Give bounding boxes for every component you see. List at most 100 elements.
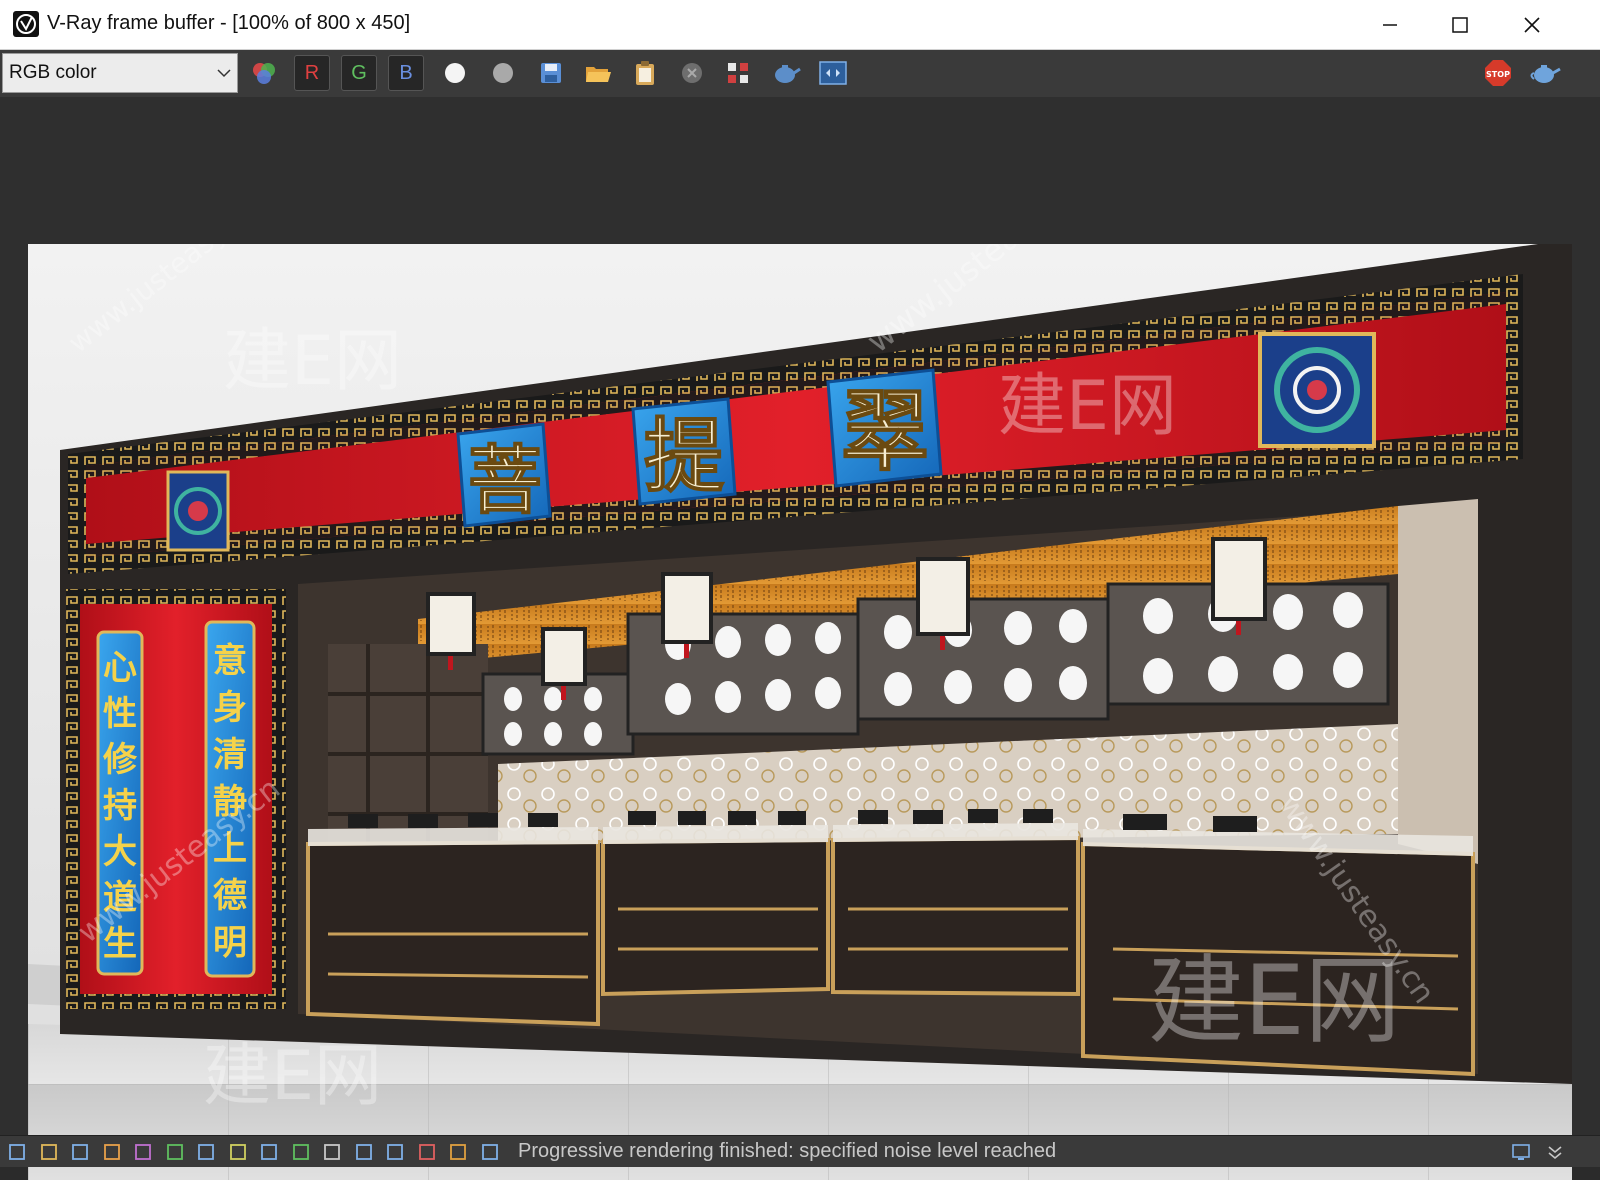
bg-button[interactable]: [292, 1143, 310, 1161]
open-button[interactable]: [580, 55, 616, 91]
clear-button[interactable]: [674, 55, 710, 91]
h-button[interactable]: [386, 1143, 404, 1161]
stereo-icon: [450, 1144, 466, 1160]
double-chevron-down-icon: [1548, 1146, 1562, 1160]
white-dot-icon: [445, 63, 465, 83]
green-channel-button[interactable]: G: [341, 55, 377, 91]
close-button[interactable]: [1496, 0, 1568, 49]
clipboard-icon: [636, 61, 654, 85]
couplet-right-char-3: 清: [213, 735, 247, 775]
save-button[interactable]: [533, 55, 569, 91]
info-icon: [72, 1144, 88, 1160]
save-icon: [541, 63, 561, 83]
hsl-button[interactable]: [134, 1143, 152, 1161]
link-button[interactable]: [418, 1143, 436, 1161]
green-channel-label: G: [351, 61, 367, 84]
history-button[interactable]: [815, 55, 851, 91]
levels-button[interactable]: [40, 1143, 58, 1161]
color-corr-icon: [103, 1144, 120, 1160]
hsl-icon: [135, 1144, 151, 1160]
curve-icon: [324, 1144, 340, 1160]
white-point-button[interactable]: [437, 55, 473, 91]
display-icon: [9, 1144, 25, 1160]
watermark-cn-4: 建E网: [1148, 945, 1401, 1057]
sign-char-1: 菩: [468, 438, 542, 524]
minimize-button[interactable]: [1354, 0, 1426, 49]
levels-icon: [40, 1144, 57, 1160]
clear-icon: [682, 63, 702, 83]
curve-button[interactable]: [323, 1143, 341, 1161]
window-title: V-Ray frame buffer - [100% of 800 x 450]: [47, 12, 411, 34]
info-button[interactable]: [71, 1143, 89, 1161]
status-bar: Progressive rendering finished: specifie…: [0, 1135, 1600, 1167]
expand-button[interactable]: [1546, 1143, 1564, 1161]
render-button[interactable]: [768, 55, 804, 91]
exposure-button[interactable]: [229, 1143, 247, 1161]
lens-button[interactable]: [260, 1143, 278, 1161]
histogram-icon: [198, 1144, 214, 1160]
medallion-right: [1258, 332, 1376, 448]
couplet-right-char-7: 明: [213, 923, 247, 963]
region-render-icon: [728, 63, 748, 83]
status-message: Progressive rendering finished: specifie…: [518, 1140, 1057, 1162]
display-toggle-button[interactable]: [1512, 1143, 1530, 1161]
display-button[interactable]: [8, 1143, 26, 1161]
medallion-left: [166, 470, 230, 552]
open-folder-icon: [586, 67, 611, 82]
watermark-cn-3: 建E网: [203, 1037, 382, 1116]
histogram-button[interactable]: [197, 1143, 215, 1161]
clipboard-button[interactable]: [627, 55, 663, 91]
lut-button[interactable]: [355, 1143, 373, 1161]
ocio-button[interactable]: [481, 1143, 499, 1161]
chevron-down-icon: [217, 69, 231, 78]
red-channel-button[interactable]: R: [294, 55, 330, 91]
stereo-button[interactable]: [449, 1143, 467, 1161]
teapot-button[interactable]: [1527, 55, 1563, 91]
render-teapot-icon: [775, 65, 801, 83]
monitor-icon: [1512, 1144, 1530, 1160]
couplet-left-char-3: 修: [102, 740, 138, 780]
channel-select[interactable]: RGB color: [2, 53, 238, 93]
close-icon: [1524, 16, 1540, 33]
curves-button[interactable]: [166, 1143, 184, 1161]
channel-select-value: RGB color: [9, 62, 97, 83]
couplet-right-char-6: 德: [213, 876, 247, 916]
maximize-icon: [1452, 16, 1468, 33]
lut-icon: [355, 1144, 372, 1160]
ocio-icon: [481, 1144, 498, 1160]
teapot-icon: [1530, 65, 1561, 83]
link-icon: [418, 1144, 435, 1160]
lens-icon: [261, 1144, 277, 1160]
couplet-right-char-2: 身: [213, 688, 247, 728]
couplet-left-char-1: 心: [103, 648, 137, 688]
blue-channel-label: B: [399, 61, 413, 84]
region-render-button[interactable]: [720, 55, 756, 91]
channels-button[interactable]: [246, 55, 282, 91]
couplet-right-char-1: 意: [213, 641, 247, 681]
h-icon: [387, 1144, 403, 1160]
rendered-image: 菩 提 翠 心性修持大道生 意身清静上德明 建E网 建E网 建E网 建E网 ww…: [28, 244, 1572, 1180]
maximize-button[interactable]: [1424, 0, 1496, 49]
bg-icon: [292, 1144, 309, 1160]
sign-char-2: 提: [644, 409, 724, 503]
vfb-history-icon: [819, 61, 847, 85]
curves-icon: [166, 1144, 183, 1160]
stop-label: STOP: [1486, 70, 1510, 79]
minimize-icon: [1383, 23, 1397, 26]
channels-icon: [253, 63, 275, 84]
toolbar: RGB color R G B STOP: [0, 50, 1600, 97]
stop-render-icon: STOP: [1485, 60, 1511, 86]
color-corr-button[interactable]: [103, 1143, 121, 1161]
sign-char-3: 翠: [841, 379, 929, 483]
grey-point-button[interactable]: [485, 55, 521, 91]
couplet-left-char-2: 性: [103, 694, 137, 734]
stop-render-button[interactable]: STOP: [1480, 55, 1516, 91]
title-bar: V-Ray frame buffer - [100% of 800 x 450]: [0, 0, 1600, 50]
watermark-cn-2: 建E网: [998, 367, 1177, 446]
couplet-left-char-4: 持: [103, 786, 137, 826]
render-viewport[interactable]: 菩 提 翠 心性修持大道生 意身清静上德明 建E网 建E网 建E网 建E网 ww…: [0, 97, 1600, 1180]
grey-dot-icon: [493, 63, 513, 83]
blue-channel-button[interactable]: B: [388, 55, 424, 91]
red-channel-label: R: [304, 61, 320, 84]
watermark-cn-1: 建E网: [223, 322, 402, 401]
